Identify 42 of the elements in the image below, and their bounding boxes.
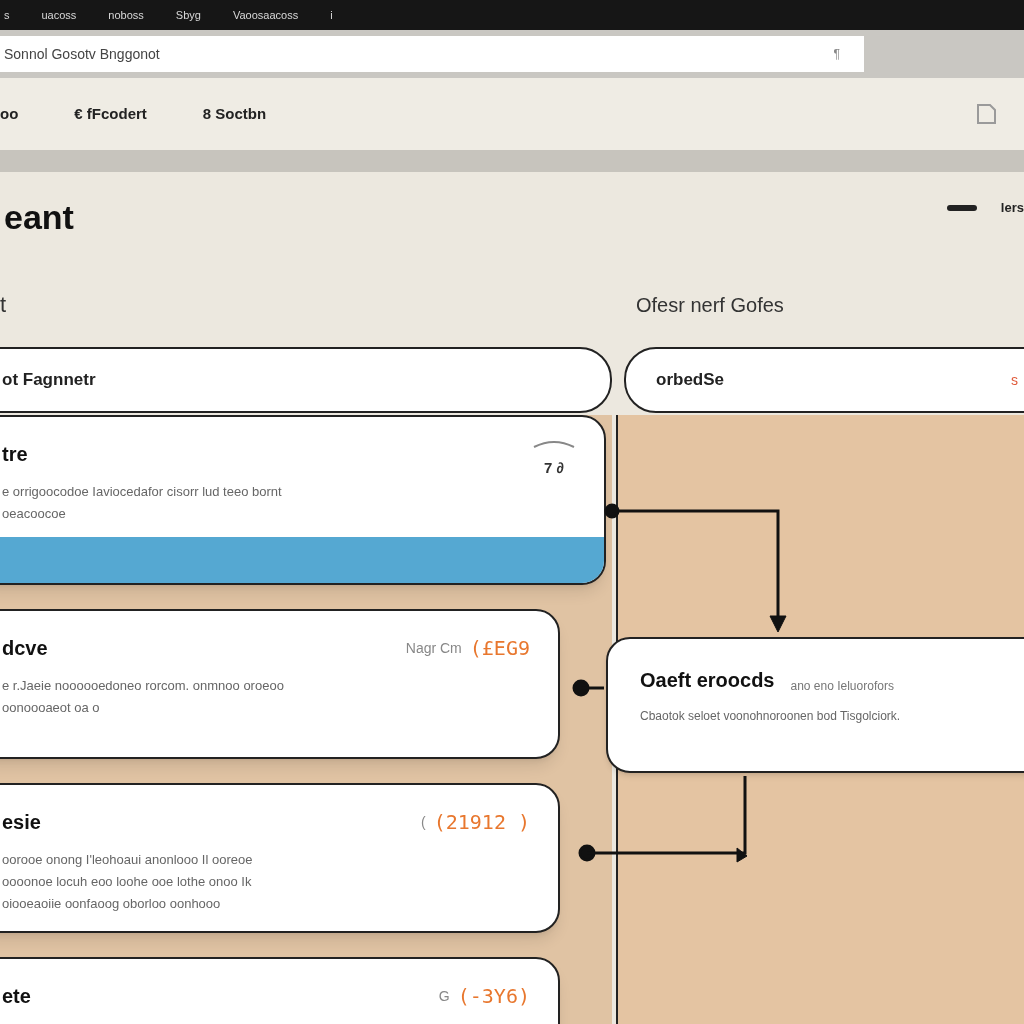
badge-prefix: G — [438, 986, 450, 1006]
node-subtitle: ano eno Ieluorofors — [790, 678, 894, 695]
toolbar-button[interactable]: € fFcodert — [74, 102, 147, 126]
dash-icon — [946, 204, 977, 211]
flow-node[interactable]: Oaeft eroocds ano eno Ieluorofors Cbaotok seloet voonohnoroonen bod Tisgolciork. — [606, 637, 1024, 773]
toolbar-button[interactable]: 8 Soctbn — [202, 102, 267, 126]
card[interactable]: tre e orrigoocodoe Iaviocedafor cisorr lud teeo bornt oeacoocoe 7 ∂ — [0, 415, 606, 585]
price-label: (£EG9 — [469, 635, 530, 662]
badge-prefix: ( — [421, 812, 426, 832]
menu-item[interactable]: Vaoosaacoss — [232, 6, 299, 24]
menu-item[interactable]: Sbyg — [175, 6, 201, 24]
header-trailing: s — [1011, 370, 1018, 390]
menu-item[interactable]: noboss — [108, 6, 144, 24]
card-description: e orrigoocodoe Iaviocedafor cisorr lud teeo bornt oeacoocoe — [2, 483, 283, 523]
price-label: (-3Y6) — [457, 983, 530, 1010]
card[interactable]: esie oorooe onong I'leohoaui anonlooo Il ooreoe oooonoe locuh eoo loohe ooe lothe onoo Ik oiooeaoiie oonfaoog oborloo oonhooo ( (21912 ) — [0, 783, 560, 933]
card-title: ete — [2, 984, 31, 1009]
connector-arrow — [572, 679, 604, 697]
card[interactable]: dcve e r.Jaeie noooooedoneo rorcom. onmnoo oroeoo oonoooaeot oa o Nagr Cm (£EG9 — [0, 609, 560, 759]
badge-prefix: Nagr Cm — [405, 638, 462, 658]
arc-icon — [532, 439, 576, 449]
price-label: (21912 ) — [433, 809, 530, 836]
menu-item[interactable]: uacoss — [41, 6, 77, 24]
card[interactable]: ete G (-3Y6) — [0, 957, 560, 1024]
card-title: dcve — [2, 636, 49, 661]
card-title: tre — [2, 442, 29, 467]
section-label: Ofesr nerf Gofes — [635, 292, 785, 318]
node-description: Cbaotok seloet voonohnoroonen bod Tisgolciork. — [640, 708, 902, 725]
node-title: Oaeft eroocds — [640, 668, 775, 693]
toolbar-button[interactable]: oo — [0, 102, 19, 126]
header-text: orbedSe — [656, 369, 725, 392]
card-title: esie — [2, 810, 42, 835]
menu-item[interactable]: i — [330, 6, 333, 24]
menu-item[interactable]: s — [4, 6, 10, 24]
header-link[interactable]: lers — [1000, 198, 1024, 218]
page-title: eant — [3, 196, 74, 238]
card-description: oorooe onong I'leohoaui anonlooo Il ooreoe oooonoe locuh eoo loohe ooe lothe onoo Ik oiooeaoiie oonfaoog oborloo oonhooo — [2, 851, 254, 913]
address-field[interactable]: Sonnol Gosotv Bnggonot ¶ — [0, 36, 864, 72]
section-label: t — [0, 291, 8, 319]
section-header: ot Fagnnetr — [0, 347, 612, 413]
card-description: e r.Jaeie noooooedoneo rorcom. onmnoo oroeoo oonoooaeot oa o — [2, 677, 285, 717]
count-label: 7 ∂ — [544, 458, 564, 478]
